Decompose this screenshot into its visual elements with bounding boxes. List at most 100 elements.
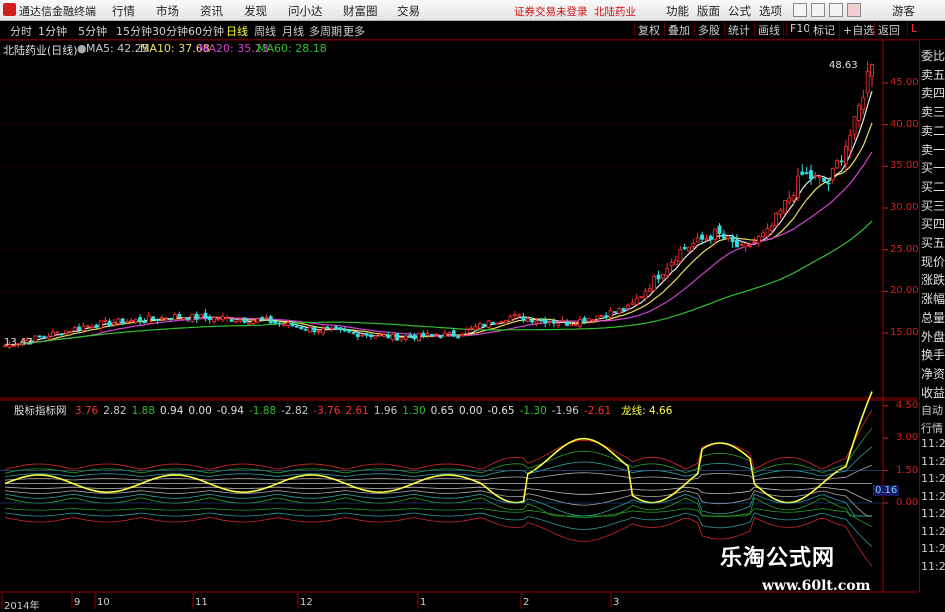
sidebar-item[interactable]: 卖一 (921, 142, 945, 158)
candle (835, 158, 840, 170)
candle (443, 329, 447, 337)
time-column: 自动行情11:2811:2811:2911:2911:2911:2911:291… (919, 402, 945, 592)
sidebar-item[interactable]: 净资 (921, 366, 945, 382)
candle (560, 316, 565, 323)
candle (608, 307, 613, 319)
sidebar-item[interactable]: 委比 (921, 48, 945, 64)
time-entry: 11:29 (921, 524, 945, 538)
candle (369, 333, 373, 340)
x-axis-label: 12 (300, 597, 313, 608)
time-entry: 11:29 (921, 472, 945, 485)
indicator-value: 1.96 (373, 405, 398, 417)
sidebar-item[interactable]: 买三 (921, 198, 945, 214)
candle (399, 337, 404, 342)
candle (778, 208, 783, 219)
candle (247, 322, 251, 325)
candle (268, 314, 273, 324)
candle (421, 330, 426, 339)
watermark-text: 乐淘公式网 (720, 546, 836, 571)
candle (756, 234, 761, 247)
candle (277, 321, 282, 327)
indicator-value: -1.30 (519, 405, 547, 417)
sidebar-item[interactable]: 卖二 (921, 123, 945, 139)
time-entry: 11:28 (921, 437, 945, 450)
candle (355, 333, 360, 341)
candle (190, 313, 195, 323)
sidebar-item[interactable]: 卖三 (921, 104, 945, 120)
candle (321, 324, 325, 336)
candle (33, 335, 38, 343)
candle (678, 246, 683, 264)
candle (595, 315, 600, 320)
candle (225, 314, 230, 322)
candle (242, 317, 247, 324)
ma20-line (4, 151, 873, 347)
sidebar-item[interactable]: 总量 (921, 310, 945, 326)
sidebar-item[interactable]: 买一 (921, 160, 945, 176)
chart-canvas[interactable]: 48.63 13.47 (0, 0, 945, 609)
indicator-value: -0.65 (487, 405, 515, 417)
sidebar-item[interactable]: 买二 (921, 179, 945, 195)
candle (168, 317, 173, 321)
price-axis-label: 45.00 (890, 77, 919, 88)
candle (578, 315, 582, 330)
price-axis-label: 40.00 (890, 118, 919, 130)
candle (308, 325, 312, 334)
time-entry: 11:29 (921, 507, 945, 520)
candle (90, 323, 95, 330)
sidebar-item[interactable]: 换手 (921, 347, 945, 363)
candle (721, 229, 726, 240)
sidebar-item[interactable]: 外盘 (921, 329, 945, 345)
candle (207, 314, 212, 324)
indicator-value: 3.76 (74, 405, 99, 417)
candle (181, 317, 186, 322)
indicator-band (4, 486, 873, 503)
candle (146, 312, 151, 325)
x-axis-label: 11 (195, 597, 208, 608)
indicator-band (4, 409, 873, 471)
candle (499, 320, 504, 323)
candle (543, 316, 548, 328)
candle (565, 319, 569, 327)
candle (351, 331, 356, 335)
indicator-axis-label: 3.00 (896, 432, 919, 444)
indicator-value: 2.61 (345, 405, 369, 417)
candle (652, 273, 657, 293)
time-entry[interactable]: 行情 (921, 420, 943, 436)
sidebar-item[interactable]: 卖四 (921, 85, 945, 101)
candle (796, 167, 800, 202)
candle (373, 335, 378, 339)
ma10-line (4, 122, 873, 347)
x-axis-label: 3 (613, 597, 620, 608)
indicator-value: 1.88 (131, 405, 156, 417)
candle (817, 175, 822, 185)
candle (164, 316, 169, 321)
sidebar-item[interactable]: 卖五 (921, 67, 945, 83)
candle (37, 335, 42, 339)
sidebar-item[interactable]: 买四 (921, 216, 945, 232)
candle (639, 296, 643, 299)
time-entry[interactable]: 自动 (921, 402, 943, 418)
candle (264, 314, 269, 320)
x-axis-label: 2014年 (4, 601, 40, 612)
candle (521, 312, 526, 323)
time-entry: 11:28 (921, 454, 945, 468)
sidebar-item[interactable]: 收益 (921, 385, 945, 401)
candle (403, 334, 408, 342)
candle (360, 334, 365, 337)
indicator-band (4, 493, 872, 517)
candle (395, 333, 400, 341)
candle (865, 61, 870, 98)
sidebar-item[interactable]: 涨跌 (921, 272, 945, 288)
time-entry: 11:29 (921, 489, 945, 503)
sidebar-item[interactable]: 现价 (921, 254, 945, 270)
sidebar-item[interactable]: 涨幅 (921, 291, 945, 307)
candle (508, 314, 513, 322)
candle (72, 325, 77, 332)
indicator-axis-label: 1.50 (896, 464, 919, 476)
sidebar-item[interactable]: 买五 (921, 235, 945, 251)
candle (647, 283, 652, 293)
candle (695, 232, 700, 243)
candle (173, 312, 177, 321)
candle (194, 311, 199, 324)
